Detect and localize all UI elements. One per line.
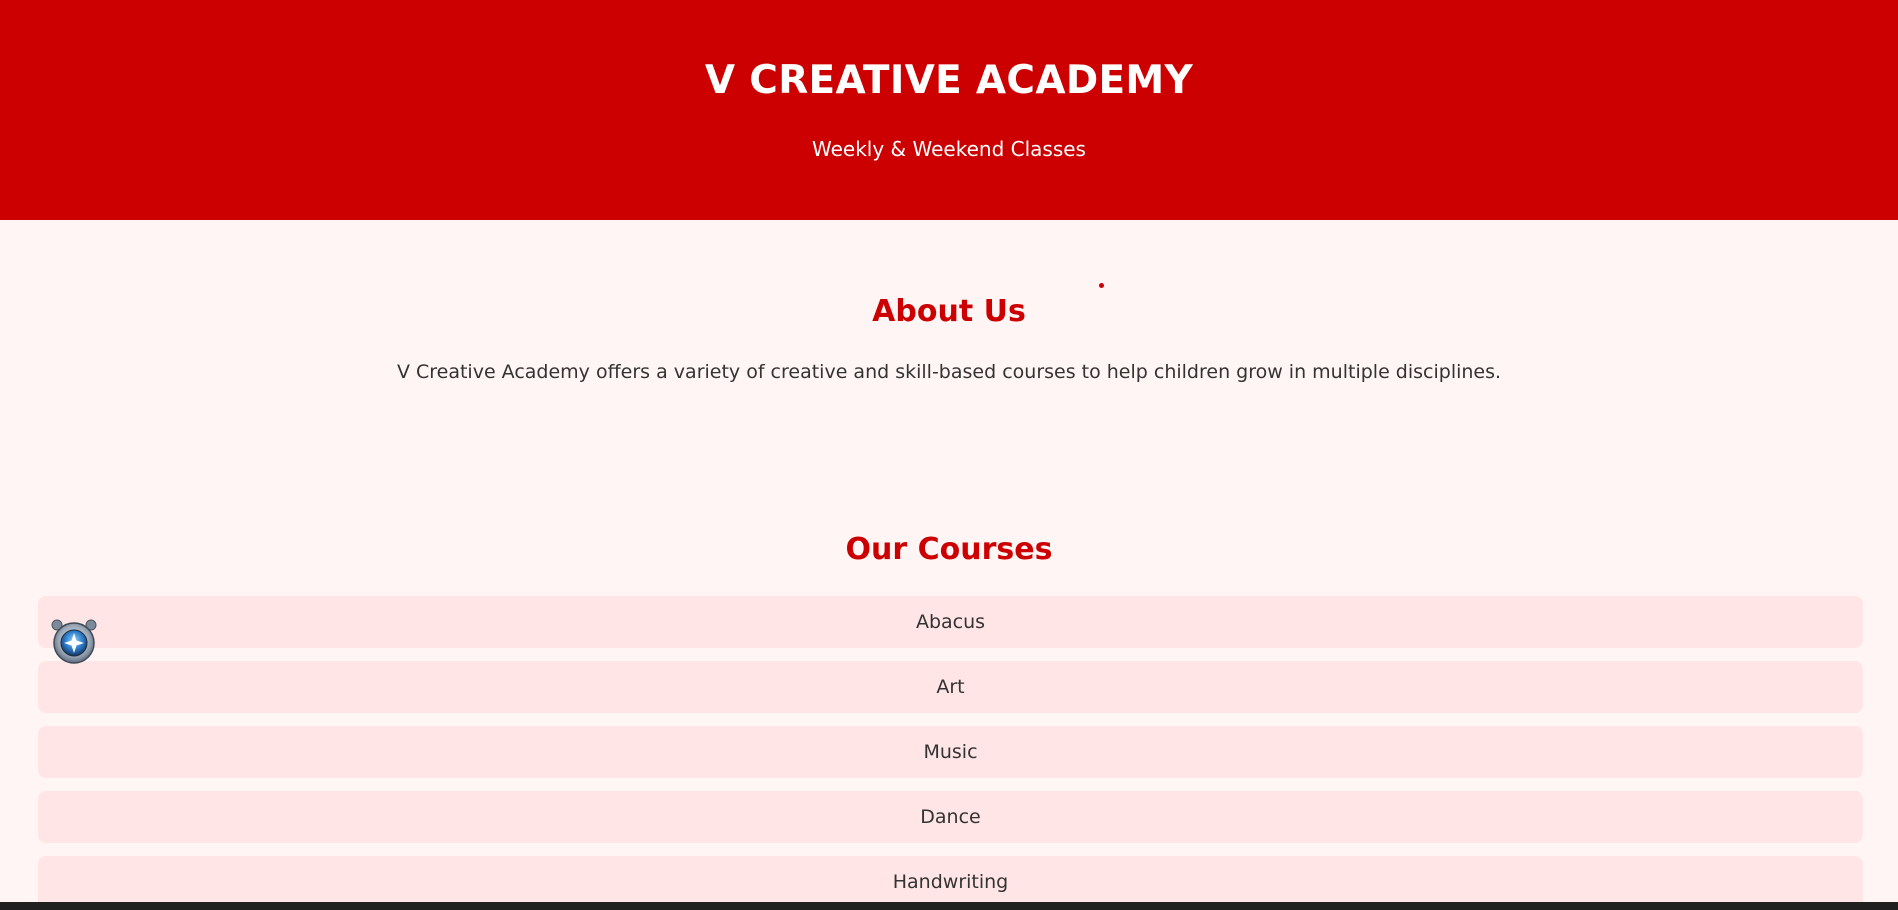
decorative-dot <box>1099 283 1104 288</box>
bottom-bar <box>0 902 1898 910</box>
course-item-dance[interactable]: Dance <box>38 791 1863 843</box>
course-list: Abacus Art Music Dance Handwriting <box>38 596 1863 910</box>
courses-heading: Our Courses <box>845 532 1053 567</box>
course-item-handwriting[interactable]: Handwriting <box>38 856 1863 908</box>
course-item-abacus[interactable]: Abacus <box>38 596 1863 648</box>
course-item-music[interactable]: Music <box>38 726 1863 778</box>
about-text: V Creative Academy offers a variety of c… <box>396 361 1502 383</box>
site-title: V CREATIVE ACADEMY <box>704 58 1194 103</box>
assistant-bot-icon[interactable] <box>48 617 100 665</box>
about-heading: About Us <box>872 294 1026 329</box>
course-item-art[interactable]: Art <box>38 661 1863 713</box>
page: V CREATIVE ACADEMY Weekly & Weekend Clas… <box>0 0 1898 910</box>
site-tagline: Weekly & Weekend Classes <box>812 137 1086 161</box>
site-header: V CREATIVE ACADEMY Weekly & Weekend Clas… <box>0 0 1898 220</box>
